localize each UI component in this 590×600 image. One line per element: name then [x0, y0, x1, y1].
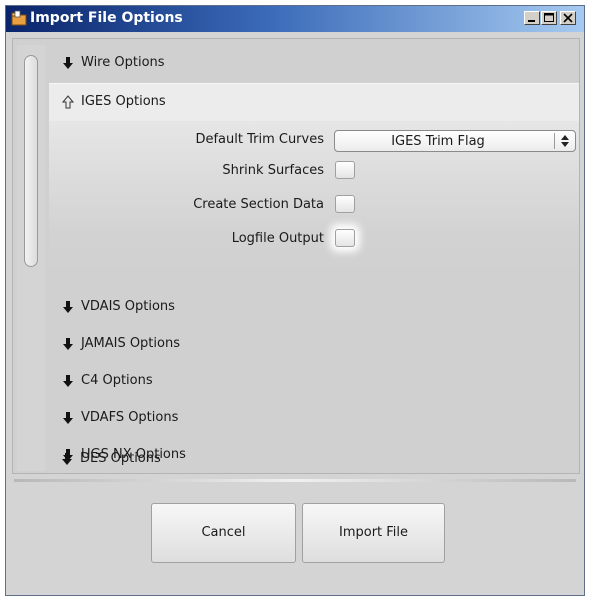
- minimize-icon: [528, 20, 535, 22]
- import-file-options-dialog: Import File Options Wire Options IGES Op…: [5, 5, 585, 596]
- title-bar[interactable]: Import File Options: [6, 6, 584, 32]
- select-value: IGES Trim Flag: [391, 134, 485, 149]
- iges-options-body: Default Trim Curves IGES Trim Flag Shrin…: [49, 121, 579, 283]
- close-icon: [563, 13, 573, 23]
- section-label: Wire Options: [81, 55, 165, 70]
- section-wire-options[interactable]: Wire Options: [49, 45, 579, 82]
- logfile-output-label: Logfile Output: [231, 231, 324, 246]
- arrow-down-icon: [63, 57, 73, 69]
- shrink-surfaces-checkbox[interactable]: [335, 161, 355, 179]
- section-vdais-options[interactable]: VDAIS Options: [49, 289, 579, 326]
- window-title: Import File Options: [30, 10, 183, 26]
- scrollbar-thumb[interactable]: [24, 55, 38, 267]
- create-section-data-checkbox[interactable]: [335, 195, 355, 213]
- section-label: IGES Options: [81, 94, 166, 109]
- close-button[interactable]: [560, 11, 576, 25]
- default-trim-curves-label: Default Trim Curves: [195, 132, 324, 147]
- maximize-button[interactable]: [541, 11, 557, 25]
- section-c4-options[interactable]: C4 Options: [49, 363, 579, 400]
- create-section-data-label: Create Section Data: [193, 197, 324, 212]
- import-file-button[interactable]: Import File: [302, 503, 445, 563]
- section-label: VDAFS Options: [81, 410, 179, 425]
- shrink-surfaces-label: Shrink Surfaces: [222, 163, 324, 178]
- section-label: DES Options: [80, 451, 161, 466]
- section-vdafs-options[interactable]: VDAFS Options: [49, 400, 579, 437]
- options-panel: Wire Options IGES Options Default Trim C…: [12, 38, 580, 474]
- logfile-output-checkbox[interactable]: [335, 229, 355, 247]
- maximize-icon: [544, 13, 554, 22]
- default-trim-curves-select[interactable]: IGES Trim Flag: [334, 130, 576, 152]
- up-down-arrows-icon: [561, 135, 569, 147]
- arrow-down-icon: [63, 338, 73, 350]
- app-icon: [11, 10, 27, 26]
- arrow-down-icon: [63, 412, 73, 424]
- section-label: VDAIS Options: [81, 299, 175, 314]
- section-jamais-options[interactable]: JAMAIS Options: [49, 326, 579, 363]
- select-divider: [554, 133, 555, 149]
- divider: [14, 479, 576, 482]
- arrow-down-icon: [62, 453, 72, 465]
- arrow-down-icon: [63, 301, 73, 313]
- cancel-button[interactable]: Cancel: [151, 503, 296, 563]
- arrow-up-outline-icon: [61, 95, 75, 109]
- section-label: C4 Options: [81, 373, 153, 388]
- options-list: Wire Options IGES Options Default Trim C…: [49, 39, 579, 475]
- section-label: JAMAIS Options: [81, 336, 180, 351]
- section-des-options[interactable]: DES Options: [48, 443, 578, 473]
- minimize-button[interactable]: [524, 11, 540, 25]
- vertical-scrollbar[interactable]: [17, 45, 45, 471]
- section-iges-options[interactable]: IGES Options: [49, 83, 579, 121]
- arrow-down-icon: [63, 375, 73, 387]
